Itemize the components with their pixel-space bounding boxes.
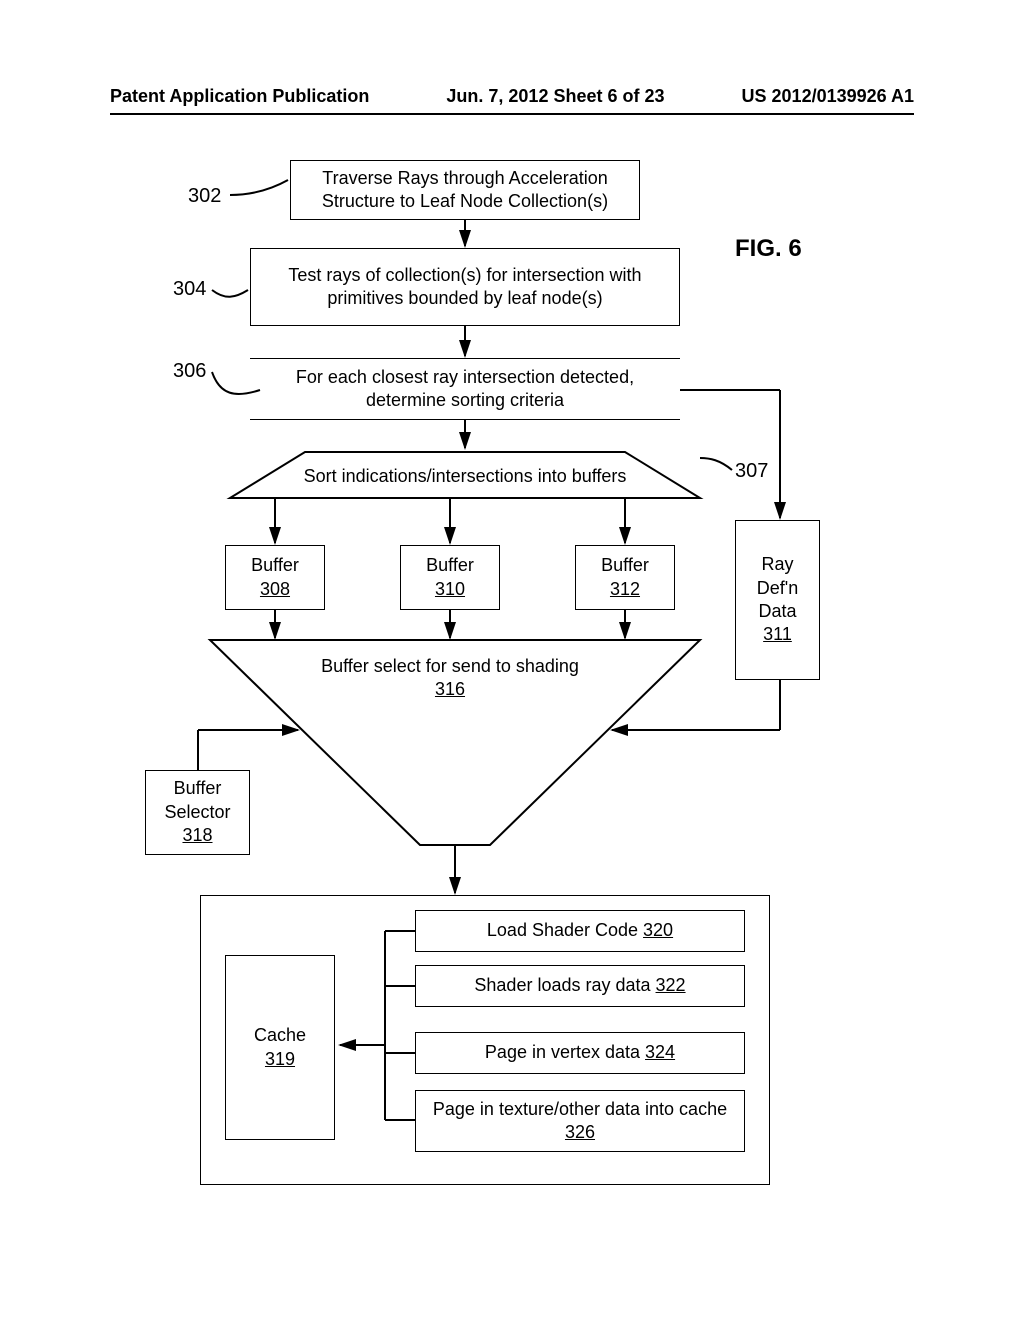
block-316-label: Buffer select for send to shading	[321, 656, 579, 676]
step-326: Page in texture/other data into cache 32…	[415, 1090, 745, 1152]
step-320-text: Load Shader Code	[487, 920, 643, 940]
step-322-text: Shader loads ray data	[474, 975, 655, 995]
cache-319: Cache 319	[225, 955, 335, 1140]
buffer-312-label: Buffer	[601, 554, 649, 577]
block-302: Traverse Rays through Acceleration Struc…	[290, 160, 640, 220]
header-center: Jun. 7, 2012 Sheet 6 of 23	[446, 86, 664, 107]
step-320-num: 320	[643, 920, 673, 940]
b318-l2: Selector	[164, 801, 230, 824]
raydefn-l2: Def'n	[757, 577, 798, 600]
step-326-num: 326	[565, 1122, 595, 1142]
header-left: Patent Application Publication	[110, 86, 369, 107]
header-right: US 2012/0139926 A1	[742, 86, 914, 107]
ref-302: 302	[188, 185, 221, 208]
ref-306: 306	[173, 360, 206, 383]
block-304-text: Test rays of collection(s) for intersect…	[259, 264, 671, 311]
ref-304: 304	[173, 278, 206, 301]
buffer-selector-318: Buffer Selector 318	[145, 770, 250, 855]
block-306: For each closest ray intersection detect…	[250, 358, 680, 420]
page-header: Patent Application Publication Jun. 7, 2…	[110, 86, 914, 115]
cache-label: Cache	[254, 1024, 306, 1047]
buffer-308: Buffer 308	[225, 545, 325, 610]
raydefn-l3: Data	[758, 600, 796, 623]
buffer-312-num: 312	[610, 578, 640, 601]
step-326-text: Page in texture/other data into cache	[433, 1099, 727, 1119]
b318-num: 318	[182, 824, 212, 847]
step-324-num: 324	[645, 1042, 675, 1062]
figure-label: FIG. 6	[735, 235, 802, 263]
block-302-text: Traverse Rays through Acceleration Struc…	[299, 167, 631, 214]
ray-defn-data-311: Ray Def'n Data 311	[735, 520, 820, 680]
step-322: Shader loads ray data 322	[415, 965, 745, 1007]
buffer-310-num: 310	[435, 578, 465, 601]
raydefn-num: 311	[763, 623, 792, 646]
buffer-310: Buffer 310	[400, 545, 500, 610]
cache-num: 319	[265, 1048, 295, 1071]
buffer-310-label: Buffer	[426, 554, 474, 577]
step-324-text: Page in vertex data	[485, 1042, 645, 1062]
block-316-num: 316	[435, 679, 465, 699]
step-324-row: Page in vertex data 324	[485, 1041, 675, 1064]
step-322-num: 322	[656, 975, 686, 995]
block-307: Sort indications/intersections into buff…	[250, 465, 680, 488]
step-324: Page in vertex data 324	[415, 1032, 745, 1074]
ref-307: 307	[735, 460, 768, 483]
block-304: Test rays of collection(s) for intersect…	[250, 248, 680, 326]
b318-l1: Buffer	[174, 777, 222, 800]
step-320-row: Load Shader Code 320	[487, 919, 673, 942]
page: Patent Application Publication Jun. 7, 2…	[0, 0, 1024, 1320]
buffer-308-label: Buffer	[251, 554, 299, 577]
buffer-312: Buffer 312	[575, 545, 675, 610]
step-320: Load Shader Code 320	[415, 910, 745, 952]
raydefn-l1: Ray	[761, 553, 793, 576]
step-322-row: Shader loads ray data 322	[474, 974, 685, 997]
buffer-308-num: 308	[260, 578, 290, 601]
block-306-text: For each closest ray intersection detect…	[258, 366, 672, 413]
block-307-text: Sort indications/intersections into buff…	[304, 466, 627, 486]
step-326-row: Page in texture/other data into cache 32…	[424, 1098, 736, 1145]
block-316: Buffer select for send to shading 316	[275, 655, 625, 702]
